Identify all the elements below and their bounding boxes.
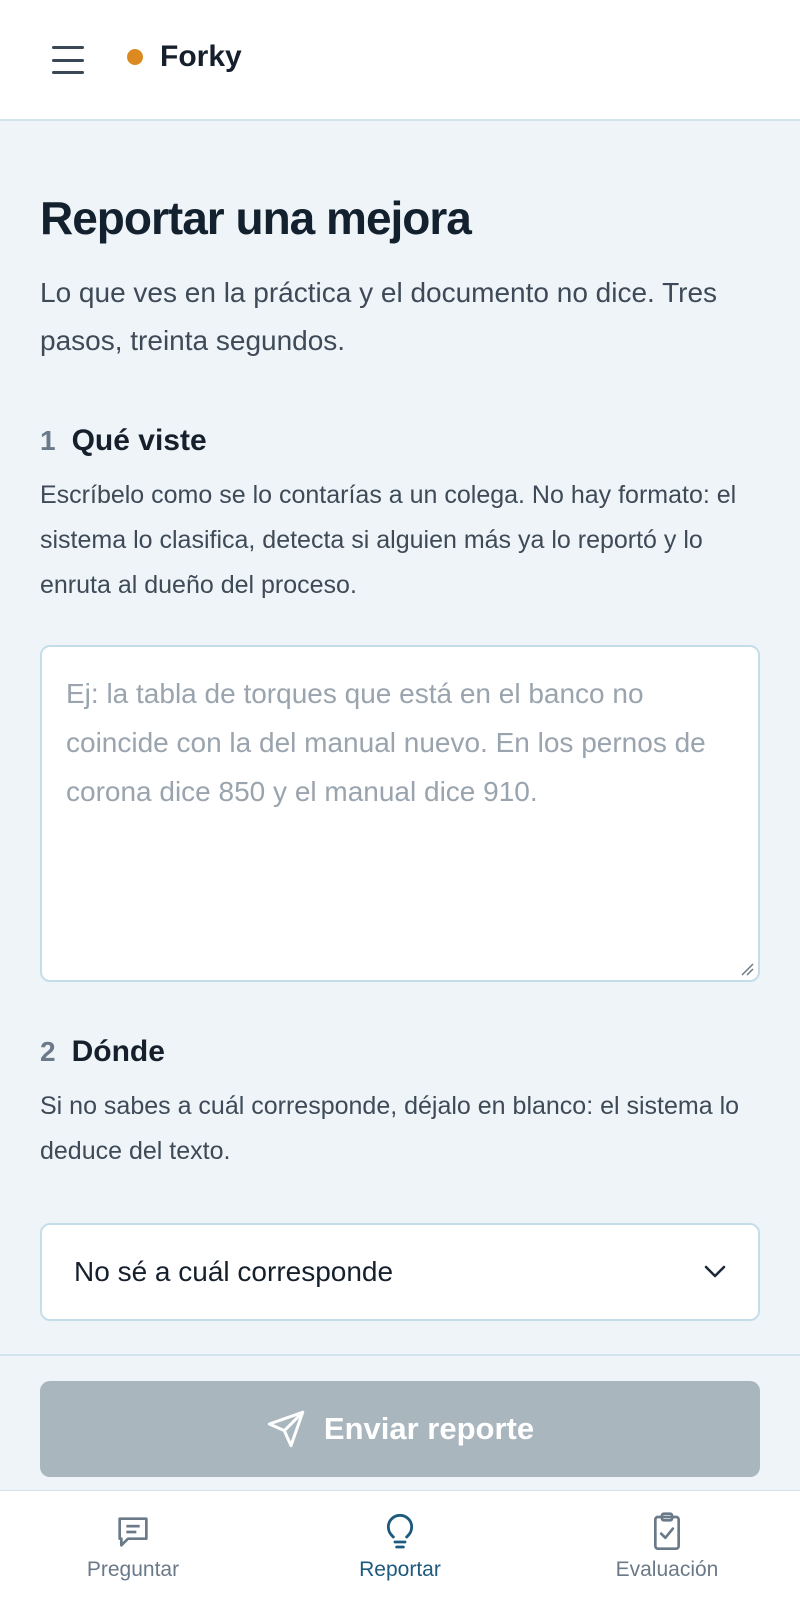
- step-1-description: Escríbelo como se lo contarías a un cole…: [40, 481, 737, 599]
- chat-message-icon: [113, 1510, 153, 1554]
- tab-evaluacion[interactable]: Evaluación: [567, 1491, 767, 1600]
- location-select[interactable]: No sé a cuál corresponde: [40, 1223, 760, 1321]
- what-you-saw-textarea[interactable]: [66, 669, 734, 958]
- send-report-label: Enviar reporte: [323, 1411, 535, 1446]
- lightbulb-icon: [380, 1510, 420, 1554]
- step-title: Dónde: [71, 1035, 165, 1068]
- what-you-saw-field-wrapper: [40, 645, 760, 982]
- tab-reportar[interactable]: Reportar: [300, 1491, 500, 1600]
- brand-status-dot: [127, 49, 143, 65]
- location-select-value: No sé a cuál corresponde: [74, 1256, 394, 1287]
- tab-label: Evaluación: [615, 1558, 719, 1581]
- step-number: 2: [40, 1036, 56, 1067]
- step-number: 1: [40, 425, 56, 456]
- paper-plane-icon: [267, 1410, 305, 1448]
- step-2-header: 2 Dónde: [40, 1035, 165, 1069]
- chevron-down-icon: [704, 1265, 726, 1278]
- page-subtitle: Lo que ves en la práctica y el documento…: [40, 277, 718, 356]
- step-1-header: 1 Qué viste: [40, 424, 207, 458]
- tab-label: Preguntar: [86, 1558, 180, 1581]
- page-title: Reportar una mejora: [40, 192, 472, 244]
- form-footer: Enviar reporte: [0, 1354, 800, 1490]
- tab-preguntar[interactable]: Preguntar: [33, 1491, 233, 1600]
- hamburger-menu-icon[interactable]: [50, 42, 86, 78]
- send-report-button[interactable]: Enviar reporte: [40, 1381, 760, 1477]
- step-2-description: Si no sabes a cuál corresponde, déjalo e…: [40, 1092, 740, 1165]
- resize-grip-icon[interactable]: [740, 962, 754, 976]
- bottom-tab-bar: Preguntar Reportar Evaluación: [0, 1490, 800, 1600]
- brand-name: Forky: [160, 40, 242, 73]
- brand: Forky: [127, 40, 242, 74]
- tab-label: Reportar: [359, 1558, 441, 1581]
- app-header: Forky: [0, 0, 800, 121]
- clipboard-check-icon: [647, 1510, 687, 1554]
- step-title: Qué viste: [71, 424, 207, 457]
